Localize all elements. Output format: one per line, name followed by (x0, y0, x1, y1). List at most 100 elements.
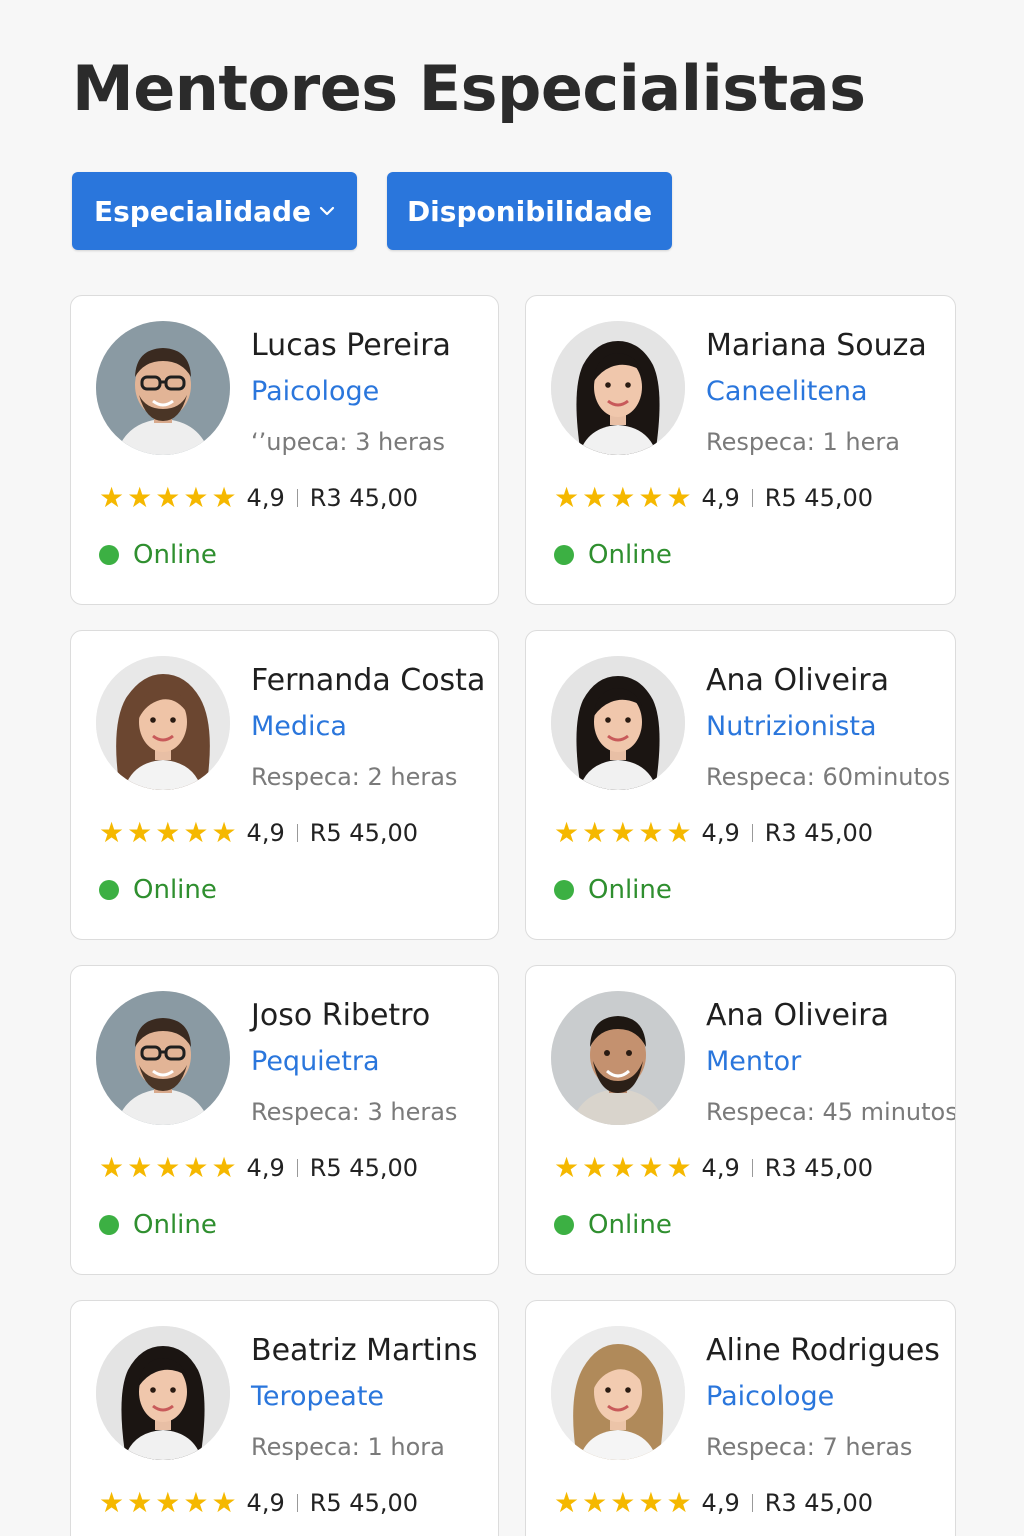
rating-row: ★ ★ ★ ★ ★ 4,9 R3 45,00 (554, 1489, 873, 1518)
status-badge: Online (588, 875, 672, 905)
star-icon: ★ (155, 1151, 181, 1184)
mentor-specialty[interactable]: Paicologe (706, 1381, 834, 1412)
mentor-specialty[interactable]: Teropeate (251, 1381, 384, 1412)
specialty-filter-label: Especialidade (93, 194, 312, 228)
status-badge: Online (588, 1210, 672, 1240)
star-rating: ★ ★ ★ ★ ★ (99, 484, 237, 512)
rating-row: ★ ★ ★ ★ ★ 4,9 R3 45,00 (554, 1151, 873, 1184)
rating-value: 4,9 (701, 484, 740, 512)
availability-filter-button[interactable]: Disponibilidade (387, 172, 672, 250)
mentor-card[interactable]: Ana Oliveira Nutrizionista Respeca: 60mi… (525, 630, 956, 940)
price: R3 45,00 (764, 819, 873, 847)
mentor-card[interactable]: Lucas Pereira Paicologe ‘’upeca: 3 heras… (70, 295, 499, 605)
avatar (551, 321, 685, 455)
star-icon: ★ (99, 816, 125, 849)
rating-row: ★ ★ ★ ★ ★ 4,9 R5 45,00 (99, 1154, 418, 1183)
price: R5 45,00 (309, 819, 418, 847)
online-dot-icon (554, 880, 574, 900)
star-icon: ★ (666, 481, 692, 514)
rating-value: 4,9 (701, 1489, 740, 1517)
avatar (551, 656, 685, 790)
star-icon: ★ (638, 816, 664, 849)
star-rating: ★ ★ ★ ★ ★ (554, 1489, 692, 1517)
divider (751, 824, 753, 842)
status-badge: Online (133, 875, 217, 905)
mentor-specialty[interactable]: Nutrizionista (706, 711, 877, 742)
star-icon: ★ (554, 1486, 580, 1519)
divider (296, 1159, 298, 1177)
price: R5 45,00 (309, 1489, 418, 1517)
mentor-specialty[interactable]: Paicologe (251, 376, 379, 407)
mentor-grid: Lucas Pereira Paicologe ‘’upeca: 3 heras… (70, 295, 956, 1536)
star-icon: ★ (211, 816, 237, 849)
response-time: Respeca: 1 hera (706, 428, 900, 456)
mentor-name: Beatriz Martins (251, 1333, 478, 1368)
star-icon: ★ (666, 1151, 692, 1184)
status-row: Online (554, 875, 672, 905)
star-icon: ★ (638, 481, 664, 514)
status-row: Online (554, 540, 672, 570)
mentor-card[interactable]: Fernanda Costa Medica Respeca: 2 heras ★… (70, 630, 499, 940)
star-icon: ★ (610, 1486, 636, 1519)
mentor-specialty[interactable]: Caneelitena (706, 376, 868, 407)
star-rating: ★ ★ ★ ★ ★ (99, 819, 237, 847)
response-time: Respeca: 1 hora (251, 1433, 445, 1461)
star-icon: ★ (211, 1151, 237, 1184)
rating-value: 4,9 (246, 1489, 285, 1517)
star-icon: ★ (582, 481, 608, 514)
star-icon: ★ (183, 1151, 209, 1184)
online-dot-icon (554, 1215, 574, 1235)
rating-value: 4,9 (701, 1154, 740, 1182)
mentor-name: Ana Oliveira (706, 998, 890, 1033)
status-row: Online (99, 1210, 217, 1240)
star-icon: ★ (155, 816, 181, 849)
response-time: Respeca: 7 heras (706, 1433, 913, 1461)
divider (751, 1494, 753, 1512)
response-time: Respeca: 2 heras (251, 763, 458, 791)
status-row: Online (554, 1210, 672, 1240)
mentor-specialty[interactable]: Pequietra (251, 1046, 380, 1077)
rating-value: 4,9 (246, 484, 285, 512)
mentor-card[interactable]: Ana Oliveira Mentor Respeca: 45 minutos … (525, 965, 956, 1275)
divider (296, 489, 298, 507)
avatar (96, 656, 230, 790)
price: R5 45,00 (764, 484, 873, 512)
star-icon: ★ (183, 816, 209, 849)
mentor-card[interactable]: Beatriz Martins Teropeate Respeca: 1 hor… (70, 1300, 499, 1536)
star-icon: ★ (155, 481, 181, 514)
star-icon: ★ (638, 1486, 664, 1519)
mentor-name: Lucas Pereira (251, 328, 451, 363)
star-icon: ★ (610, 816, 636, 849)
status-row: Online (99, 875, 217, 905)
star-icon: ★ (183, 481, 209, 514)
rating-value: 4,9 (246, 819, 285, 847)
mentor-card[interactable]: Joso Ribetro Pequietra Respeca: 3 heras … (70, 965, 499, 1275)
rating-row: ★ ★ ★ ★ ★ 4,9 R5 45,00 (99, 1489, 418, 1518)
star-icon: ★ (99, 1486, 125, 1519)
mentor-card[interactable]: Aline Rodrigues Paicologe Respeca: 7 her… (525, 1300, 956, 1536)
mentor-name: Mariana Souza (706, 328, 927, 363)
star-icon: ★ (610, 481, 636, 514)
star-icon: ★ (127, 481, 153, 514)
star-rating: ★ ★ ★ ★ ★ (99, 1489, 237, 1517)
rating-row: ★ ★ ★ ★ ★ 4,9 R3 45,00 (99, 484, 418, 513)
mentor-name: Joso Ribetro (251, 998, 431, 1033)
star-rating: ★ ★ ★ ★ ★ (99, 1154, 237, 1182)
star-icon: ★ (554, 481, 580, 514)
divider (296, 1494, 298, 1512)
price: R3 45,00 (764, 1154, 873, 1182)
online-dot-icon (99, 545, 119, 565)
star-icon: ★ (127, 1486, 153, 1519)
mentor-card[interactable]: Mariana Souza Caneelitena Respeca: 1 her… (525, 295, 956, 605)
star-icon: ★ (155, 1486, 181, 1519)
mentor-specialty[interactable]: Medica (251, 711, 347, 742)
star-icon: ★ (638, 1151, 664, 1184)
mentor-specialty[interactable]: Mentor (706, 1046, 801, 1077)
response-time: ‘’upeca: 3 heras (251, 428, 446, 456)
page-title: Mentores Especialistas (72, 52, 866, 125)
star-icon: ★ (127, 816, 153, 849)
star-icon: ★ (99, 481, 125, 514)
star-icon: ★ (99, 1151, 125, 1184)
star-icon: ★ (211, 1486, 237, 1519)
specialty-filter-button[interactable]: Especialidade (72, 172, 357, 250)
